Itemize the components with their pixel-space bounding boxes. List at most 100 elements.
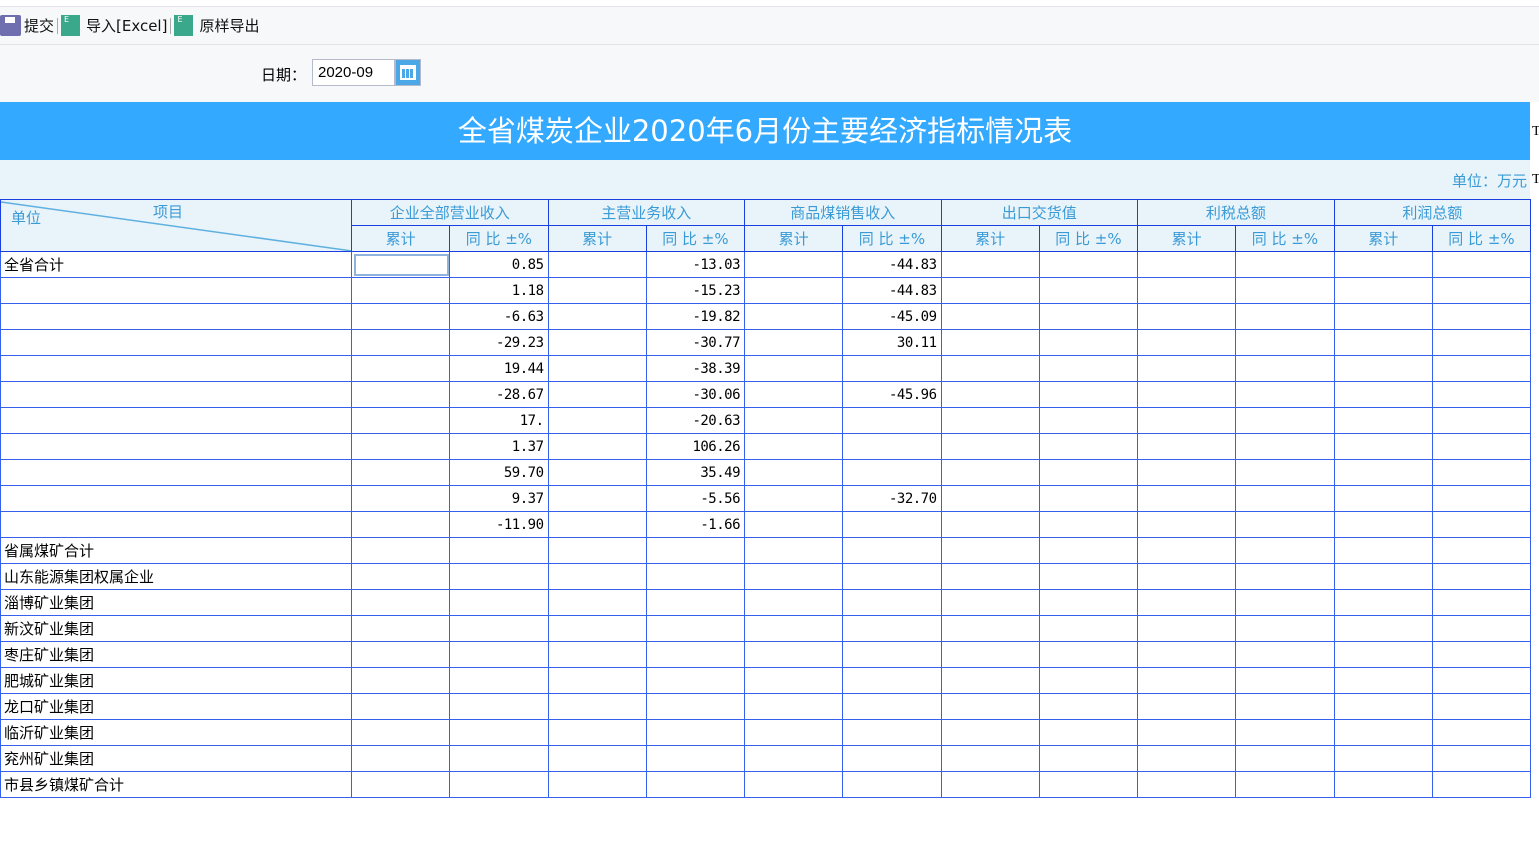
data-cell[interactable]: [842, 459, 942, 486]
data-cell[interactable]: [1431, 433, 1532, 460]
data-cell[interactable]: [350, 459, 451, 486]
data-cell[interactable]: [940, 407, 1040, 434]
data-cell[interactable]: -44.83: [842, 277, 942, 304]
data-cell[interactable]: 1.18: [449, 277, 549, 304]
data-cell[interactable]: [547, 615, 647, 642]
data-cell[interactable]: [1235, 329, 1335, 356]
data-cell[interactable]: -30.06: [645, 381, 746, 408]
data-cell[interactable]: [1038, 485, 1139, 512]
data-cell[interactable]: [1038, 407, 1139, 434]
data-cell[interactable]: [940, 589, 1040, 616]
data-cell[interactable]: [1137, 303, 1237, 330]
data-cell[interactable]: [547, 407, 647, 434]
data-cell[interactable]: [1333, 329, 1433, 356]
data-cell[interactable]: [1235, 719, 1335, 746]
data-cell[interactable]: 17.: [449, 407, 549, 434]
data-cell[interactable]: [744, 719, 844, 746]
data-cell[interactable]: [1333, 511, 1433, 538]
data-cell[interactable]: [940, 667, 1040, 694]
data-cell[interactable]: [449, 563, 549, 590]
import-excel-button[interactable]: E 导入[Excel]: [61, 15, 167, 36]
data-cell[interactable]: [1333, 745, 1433, 772]
data-cell[interactable]: [1038, 303, 1139, 330]
data-cell[interactable]: [449, 615, 549, 642]
data-cell[interactable]: -19.82: [645, 303, 746, 330]
data-cell[interactable]: 30.11: [842, 329, 942, 356]
data-cell[interactable]: [1038, 459, 1139, 486]
data-cell[interactable]: [547, 667, 647, 694]
data-cell[interactable]: [547, 381, 647, 408]
data-cell[interactable]: [842, 433, 942, 460]
data-cell[interactable]: [547, 641, 647, 668]
data-cell[interactable]: [350, 511, 451, 538]
data-cell[interactable]: [350, 355, 451, 382]
data-cell[interactable]: [1431, 745, 1532, 772]
data-cell[interactable]: -28.67: [449, 381, 549, 408]
data-cell[interactable]: [547, 745, 647, 772]
data-cell[interactable]: [744, 641, 844, 668]
data-cell[interactable]: [1038, 433, 1139, 460]
data-cell[interactable]: [842, 355, 942, 382]
data-cell[interactable]: [1431, 615, 1532, 642]
data-cell[interactable]: [1431, 719, 1532, 746]
data-cell[interactable]: [1038, 381, 1139, 408]
data-cell[interactable]: [645, 563, 746, 590]
data-cell[interactable]: [744, 563, 844, 590]
data-cell[interactable]: [547, 459, 647, 486]
data-cell[interactable]: [842, 641, 942, 668]
data-cell[interactable]: [1431, 277, 1532, 304]
data-cell[interactable]: [1235, 407, 1335, 434]
data-cell[interactable]: [842, 589, 942, 616]
data-cell[interactable]: [940, 615, 1040, 642]
data-cell[interactable]: [350, 693, 451, 720]
data-cell[interactable]: [1333, 641, 1433, 668]
data-cell[interactable]: [350, 667, 451, 694]
data-cell[interactable]: [547, 329, 647, 356]
data-cell[interactable]: [645, 693, 746, 720]
data-cell[interactable]: [744, 615, 844, 642]
data-cell[interactable]: [645, 745, 746, 772]
data-cell[interactable]: [744, 589, 844, 616]
data-cell[interactable]: 106.26: [645, 433, 746, 460]
data-cell[interactable]: [744, 355, 844, 382]
data-cell[interactable]: [1137, 511, 1237, 538]
data-cell[interactable]: [547, 277, 647, 304]
data-cell[interactable]: [350, 277, 451, 304]
data-cell[interactable]: [1431, 459, 1532, 486]
data-cell[interactable]: [1235, 771, 1335, 798]
data-cell[interactable]: [744, 667, 844, 694]
submit-button[interactable]: 提交: [0, 15, 54, 36]
data-cell[interactable]: [1137, 771, 1237, 798]
data-cell[interactable]: [1333, 667, 1433, 694]
data-cell[interactable]: [940, 745, 1040, 772]
data-cell[interactable]: [547, 537, 647, 564]
data-cell[interactable]: 59.70: [449, 459, 549, 486]
data-cell[interactable]: [1235, 485, 1335, 512]
data-cell[interactable]: [1235, 537, 1335, 564]
data-cell[interactable]: [1137, 277, 1237, 304]
data-cell[interactable]: [1431, 563, 1532, 590]
data-cell[interactable]: 1.37: [449, 433, 549, 460]
data-cell[interactable]: [940, 771, 1040, 798]
data-cell[interactable]: [1235, 433, 1335, 460]
data-cell[interactable]: [350, 719, 451, 746]
data-cell[interactable]: [1235, 381, 1335, 408]
data-cell[interactable]: -20.63: [645, 407, 746, 434]
data-cell[interactable]: [1137, 693, 1237, 720]
data-cell[interactable]: [350, 381, 451, 408]
data-cell[interactable]: [645, 615, 746, 642]
data-cell[interactable]: [1137, 745, 1237, 772]
data-cell[interactable]: [449, 667, 549, 694]
data-cell[interactable]: [842, 667, 942, 694]
data-cell[interactable]: [547, 251, 647, 278]
data-cell[interactable]: [1235, 251, 1335, 278]
data-cell[interactable]: [940, 641, 1040, 668]
active-cell-editor[interactable]: [354, 253, 449, 276]
data-cell[interactable]: [1235, 693, 1335, 720]
data-cell[interactable]: [744, 771, 844, 798]
data-cell[interactable]: [1038, 693, 1139, 720]
data-cell[interactable]: [940, 433, 1040, 460]
data-cell[interactable]: [1431, 693, 1532, 720]
data-cell[interactable]: [744, 537, 844, 564]
calendar-button[interactable]: [395, 59, 421, 86]
